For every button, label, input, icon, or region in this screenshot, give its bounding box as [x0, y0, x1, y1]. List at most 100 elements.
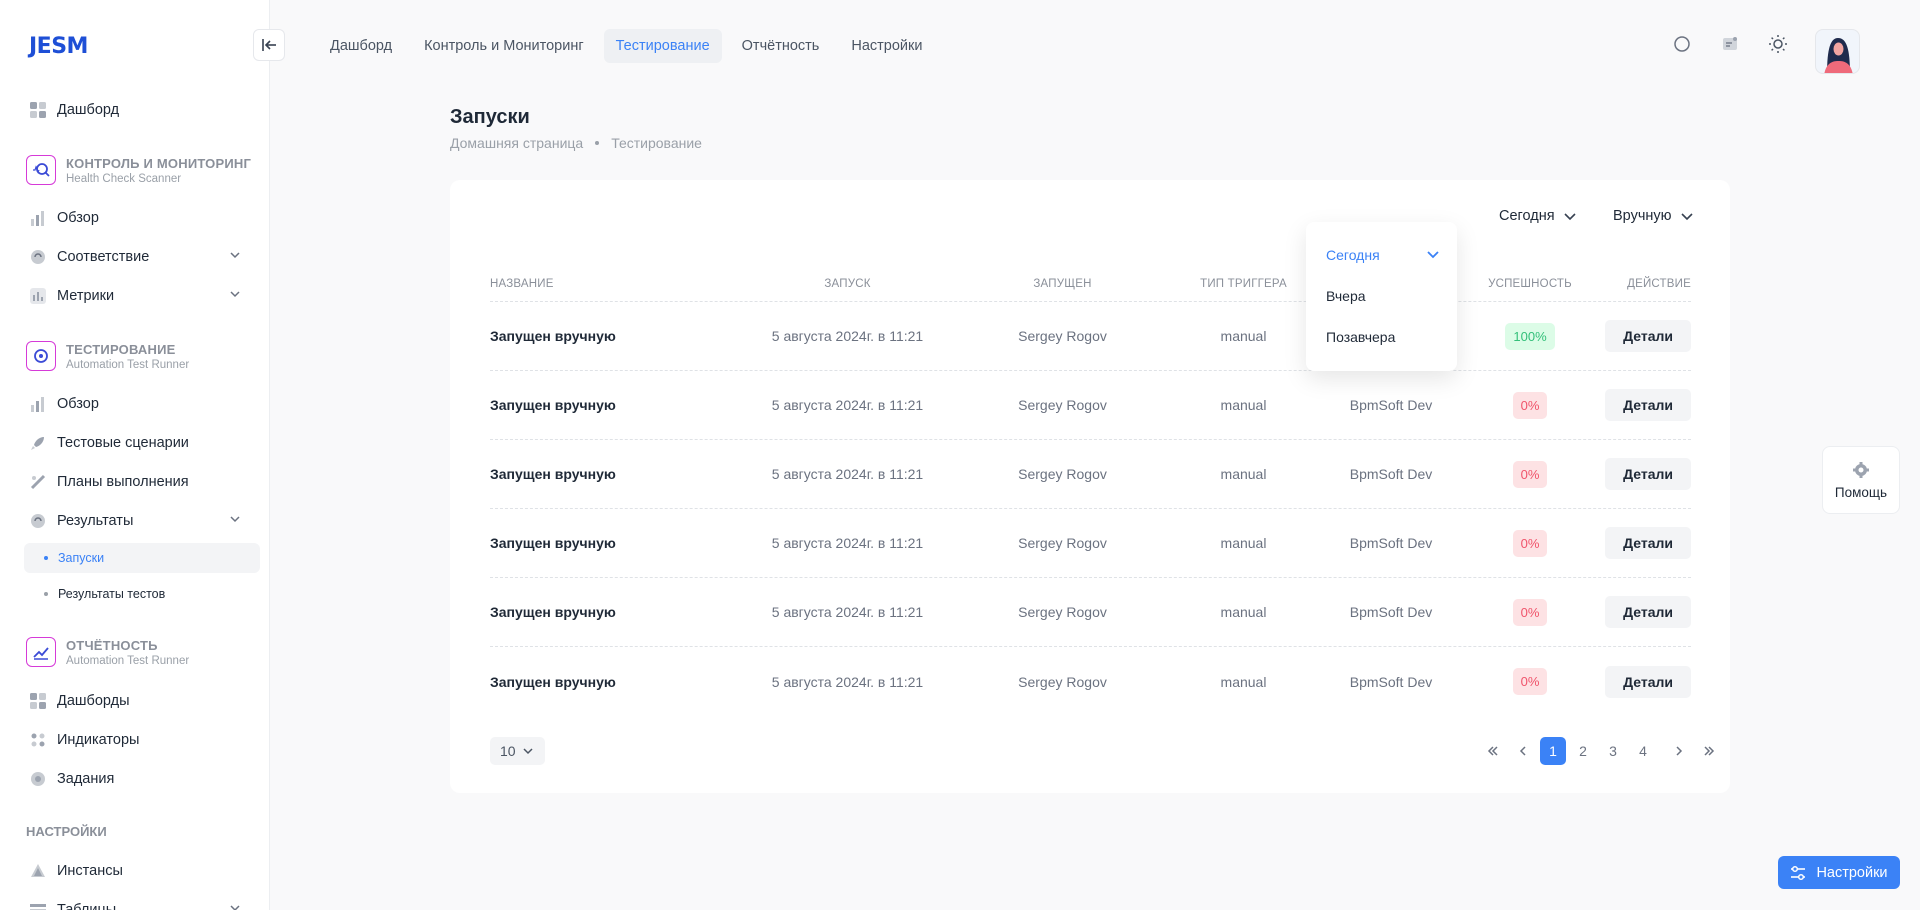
page-button-1[interactable]: 1: [1540, 737, 1566, 765]
bullet-icon: [44, 592, 48, 596]
tab-dashboard[interactable]: Дашборд: [318, 29, 404, 63]
table-row: Запущен вручную 5 августа 2024г. в 11:21 S…: [490, 578, 1691, 647]
collapse-sidebar-button[interactable]: [253, 29, 285, 61]
breadcrumb-current: Тестирование: [611, 135, 702, 151]
cell-name: Запущен вручную: [490, 604, 616, 620]
details-button[interactable]: Детали: [1605, 527, 1691, 559]
details-button[interactable]: Детали: [1605, 458, 1691, 490]
sidebar-item-label: Соответствие: [57, 249, 150, 265]
cell-success: 0%: [1465, 598, 1595, 626]
sidebar-item-indicators[interactable]: Индикаторы: [29, 726, 139, 754]
last-page-icon[interactable]: [1696, 737, 1722, 765]
sliders-icon: [1791, 865, 1806, 880]
cell-started-by: Sergey Rogov: [1018, 328, 1107, 344]
table-row: Запущен вручную 5 августа 2024г. в 11:21 S…: [490, 509, 1691, 578]
sidebar-item-instances[interactable]: Инстансы: [29, 857, 123, 885]
success-badge: 0%: [1512, 391, 1548, 419]
period-filter[interactable]: Сегодня: [1499, 208, 1577, 224]
cell-trigger: manual: [1220, 604, 1267, 620]
cell-success: 0%: [1465, 460, 1595, 488]
settings-button[interactable]: Настройки: [1778, 856, 1900, 889]
dropdown-option-yesterday[interactable]: Вчера: [1306, 275, 1457, 316]
first-page-icon[interactable]: [1480, 737, 1506, 765]
cell-trigger: manual: [1220, 466, 1267, 482]
status-circle-icon[interactable]: [1670, 32, 1694, 56]
cell-name: Запущен вручную: [490, 466, 616, 482]
help-label: Помощь: [1834, 484, 1888, 500]
app-logo[interactable]: JESM: [29, 34, 88, 59]
section-settings-title: НАСТРОЙКИ: [26, 824, 107, 839]
sidebar-item-dashboard[interactable]: Дашборд: [29, 96, 119, 124]
sidebar-item-label: Обзор: [57, 210, 99, 226]
table-icon: [29, 901, 47, 910]
details-button[interactable]: Детали: [1605, 665, 1691, 698]
sidebar-item-tasks[interactable]: Задания: [29, 765, 114, 793]
per-page-select[interactable]: 10: [490, 737, 545, 765]
details-button[interactable]: Детали: [1605, 596, 1691, 628]
section-subtitle: Automation Test Runner: [66, 358, 190, 371]
tasks-icon: [29, 770, 47, 788]
theme-sun-icon[interactable]: [1766, 32, 1790, 56]
chevron-down-icon: [1564, 213, 1576, 221]
cell-environment: BpmSoft Dev: [1349, 535, 1433, 551]
sidebar-item-label: Индикаторы: [57, 732, 140, 748]
cell-environment: BpmSoft Dev: [1349, 466, 1433, 482]
sidebar-item-metrics[interactable]: Метрики: [29, 282, 249, 310]
metrics-icon: [29, 287, 47, 305]
user-avatar[interactable]: [1815, 29, 1860, 74]
period-dropdown: Сегодня Вчера Позавчера: [1306, 222, 1457, 371]
trigger-filter[interactable]: Вручную: [1613, 208, 1694, 224]
sidebar-item-testing-overview[interactable]: Обзор: [29, 390, 99, 418]
sidebar-item-results[interactable]: Результаты: [29, 507, 249, 535]
tab-monitoring[interactable]: Контроль и Мониторинг: [412, 29, 596, 63]
details-button[interactable]: Детали: [1605, 389, 1691, 421]
cell-action: Детали: [1595, 458, 1691, 490]
cell-environment: BpmSoft Dev: [1349, 604, 1433, 620]
bar-chart-icon: [29, 395, 47, 413]
cell-launch: 5 августа 2024г. в 11:21: [771, 397, 924, 413]
page-button-2[interactable]: 2: [1570, 737, 1596, 765]
dashboard-icon: [29, 692, 47, 710]
trigger-filter-value: Вручную: [1613, 208, 1672, 224]
success-badge: 0%: [1512, 529, 1548, 557]
tab-settings[interactable]: Настройки: [839, 29, 934, 63]
prev-page-icon[interactable]: [1510, 737, 1536, 765]
sidebar-subitem-test-results[interactable]: Результаты тестов: [24, 579, 260, 609]
dropdown-option-today[interactable]: Сегодня: [1306, 234, 1457, 275]
sidebar-item-dashboards[interactable]: Дашборды: [29, 687, 130, 715]
tab-testing[interactable]: Тестирование: [603, 29, 722, 63]
plans-icon: [29, 473, 47, 491]
page-button-4[interactable]: 4: [1630, 737, 1656, 765]
sidebar-item-label: Таблицы: [57, 902, 117, 910]
chevron-down-icon: [229, 288, 241, 304]
notes-icon[interactable]: [1718, 32, 1742, 56]
cell-trigger: manual: [1220, 673, 1267, 690]
cell-launch: 5 августа 2024г. в 11:21: [771, 604, 924, 620]
sidebar-item-execution-plans[interactable]: Планы выполнения: [29, 468, 189, 496]
cell-action: Детали: [1595, 665, 1691, 698]
avatar-illustration: [1824, 38, 1853, 73]
bullet-icon: [44, 556, 48, 560]
section-title: ТЕСТИРОВАНИЕ: [66, 341, 176, 357]
sidebar-item-tables[interactable]: Таблицы: [29, 896, 249, 910]
period-filter-value: Сегодня: [1499, 208, 1555, 224]
help-button[interactable]: Помощь: [1822, 446, 1900, 514]
breadcrumb-home[interactable]: Домашняя страница: [450, 135, 583, 151]
chevron-down-icon: [523, 748, 533, 755]
launches-table: НАЗВАНИЕ ЗАПУСК ЗАПУЩЕН ТИП ТРИГГЕРА УСП…: [490, 266, 1691, 716]
sidebar-subitem-launches[interactable]: Запуски: [24, 543, 260, 573]
sidebar-item-compliance[interactable]: Соответствие: [29, 243, 249, 271]
cell-started-by: Sergey Rogov: [1018, 535, 1107, 551]
page-button-3[interactable]: 3: [1600, 737, 1626, 765]
dropdown-option-day-before[interactable]: Позавчера: [1306, 316, 1457, 357]
sidebar-item-label: Метрики: [57, 288, 115, 304]
sidebar-item-test-scenarios[interactable]: Тестовые сценарии: [29, 429, 189, 457]
cell-success: 0%: [1465, 668, 1595, 695]
cell-name: Запущен вручную: [490, 328, 616, 344]
breadcrumb-separator: [595, 141, 600, 145]
details-button[interactable]: Детали: [1605, 320, 1691, 352]
sidebar-item-monitoring-overview[interactable]: Обзор: [29, 204, 99, 232]
breadcrumb: Домашняя страница Тестирование: [450, 135, 702, 151]
tab-reporting[interactable]: Отчётность: [730, 29, 832, 63]
next-page-icon[interactable]: [1666, 737, 1692, 765]
